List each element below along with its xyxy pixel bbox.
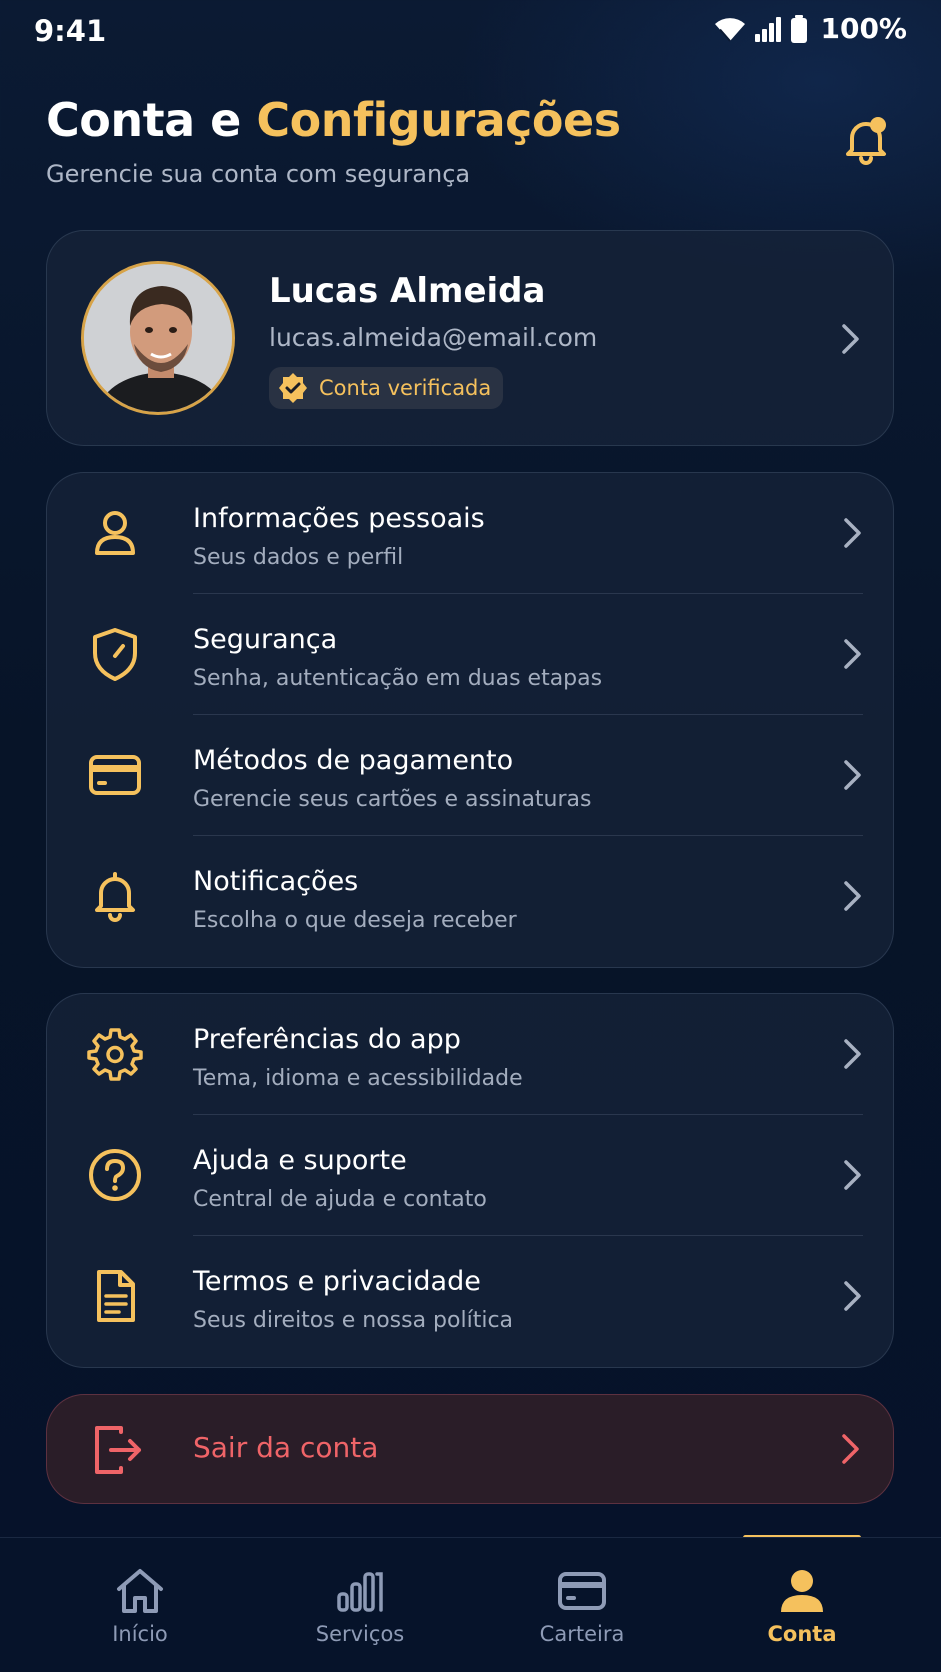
menu-item-title: Segurança [193,624,338,655]
menu-item-subtitle: Seus dados e perfil [193,545,404,570]
menu-item-subtitle: Gerencie seus cartões e assinaturas [193,787,592,812]
logout-icon [95,1426,141,1474]
chevron-right-icon [844,1160,861,1190]
profile-name: Lucas Almeida [269,271,546,311]
menu-item-subtitle: Senha, autenticação em duas etapas [193,666,603,691]
profile-email: lucas.almeida@email.com [269,323,598,352]
menu-item-title: Informações pessoais [193,503,485,534]
nav-label: Conta [767,1622,837,1646]
chevron-right-icon [844,881,861,911]
nav-item-servicos[interactable]: Serviços [280,1538,440,1672]
status-time: 9:41 [34,14,107,48]
nav-item-inicio[interactable]: Início [60,1538,220,1672]
chevron-right-icon [844,1039,861,1069]
logout-label: Sair da conta [193,1431,379,1464]
menu-item-payment-methods[interactable]: Métodos de pagamento Gerencie seus cartõ… [47,715,895,836]
verified-check-icon [279,373,307,403]
chevron-right-icon [842,324,859,354]
menu-item-security[interactable]: Segurança Senha, autenticação em duas et… [47,594,895,715]
app-settings-group: Preferências do app Tema, idioma e acess… [46,993,894,1368]
page-title-accent: Configurações [256,93,621,147]
verified-badge: Conta verificada [269,367,504,409]
chevron-right-icon [844,1281,861,1311]
gear-icon [87,1028,143,1081]
bell-icon [846,117,886,165]
menu-item-subtitle: Central de ajuda e contato [193,1187,487,1212]
menu-item-app-preferences[interactable]: Preferências do app Tema, idioma e acess… [47,994,895,1115]
status-bar: 9:41 100% [0,0,941,60]
page-title-main: Conta e [46,93,241,147]
page-header: Conta e Configurações Gerencie sua conta… [46,92,906,188]
menu-item-title: Notificações [193,866,359,897]
menu-item-notifications[interactable]: Notificações Escolha o que deseja recebe… [47,836,895,957]
battery-percentage: 100% [820,12,907,45]
notifications-button[interactable] [838,112,894,168]
home-icon [117,1569,163,1613]
menu-item-title: Métodos de pagamento [193,745,514,776]
shield-icon [93,628,137,681]
avatar [81,261,235,415]
nav-item-conta[interactable]: Conta [722,1538,882,1672]
menu-item-subtitle: Tema, idioma e acessibilidade [193,1066,523,1091]
battery-icon [790,14,808,43]
services-icon [337,1572,383,1612]
nav-label: Início [112,1622,168,1646]
account-icon [781,1570,823,1612]
document-icon [97,1270,135,1322]
chevron-right-icon [844,639,861,669]
help-circle-icon [89,1149,141,1201]
profile-card[interactable]: Lucas Almeida lucas.almeida@email.com Co… [46,230,894,446]
credit-card-icon [89,755,141,795]
chevron-right-icon [842,1434,859,1464]
nav-label: Carteira [539,1622,625,1646]
status-indicators: 100% [714,12,907,45]
signal-icon [754,16,782,42]
bell-icon [95,872,135,922]
menu-item-personal-info[interactable]: Informações pessoais Seus dados e perfil [47,473,895,594]
wifi-icon [714,16,746,42]
wallet-icon [558,1572,606,1610]
chevron-right-icon [844,518,861,548]
menu-item-terms-privacy[interactable]: Termos e privacidade Seus direitos e nos… [47,1236,895,1357]
menu-item-title: Preferências do app [193,1024,461,1055]
menu-item-subtitle: Seus direitos e nossa política [193,1308,514,1333]
menu-item-help-support[interactable]: Ajuda e suporte Central de ajuda e conta… [47,1115,895,1236]
bottom-navigation: Início Serviços Carteira Conta [0,1537,941,1672]
nav-item-carteira[interactable]: Carteira [502,1538,662,1672]
menu-item-title: Termos e privacidade [193,1266,481,1297]
verified-label: Conta verificada [319,376,492,400]
page-subtitle: Gerencie sua conta com segurança [46,160,471,188]
logout-button[interactable]: Sair da conta [46,1394,894,1504]
page-title: Conta e Configurações [46,92,906,148]
chevron-right-icon [844,760,861,790]
account-settings-group: Informações pessoais Seus dados e perfil… [46,472,894,968]
menu-item-title: Ajuda e suporte [193,1145,407,1176]
nav-label: Serviços [315,1622,405,1646]
user-icon [95,511,135,555]
menu-item-subtitle: Escolha o que deseja receber [193,908,517,933]
